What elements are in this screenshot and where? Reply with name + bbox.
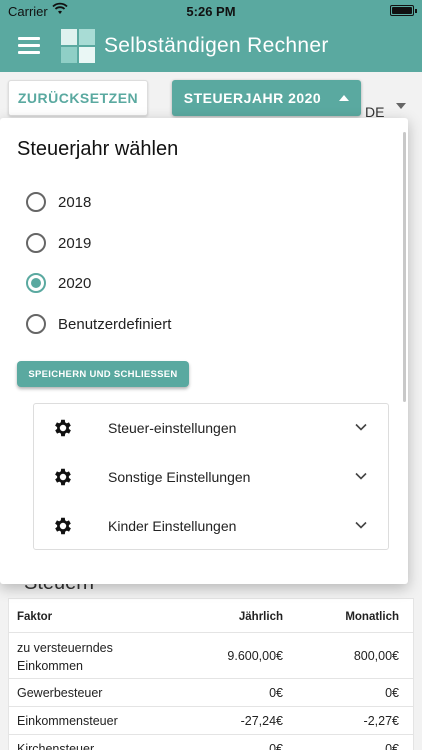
steuern-table: Faktor Jährlich Monatlich zu versteuernd… — [8, 598, 414, 750]
cell-monatlich: 0€ — [385, 742, 399, 750]
radio-option-2020[interactable]: 2020 — [26, 271, 91, 295]
save-and-close-button[interactable]: SPEICHERN UND SCHLIESSEN — [17, 361, 189, 387]
app-title: Selbständigen Rechner — [104, 34, 329, 57]
radio-label: 2019 — [58, 234, 92, 252]
app-logo — [61, 29, 95, 63]
cell-jaehrlich: 9.600,00€ — [227, 649, 283, 663]
cell-faktor: Gewerbesteuer — [17, 686, 103, 700]
settings-item-kinder[interactable]: Kinder Einstellungen — [34, 502, 388, 550]
cell-monatlich: 800,00€ — [353, 649, 399, 663]
cell-jaehrlich: 0€ — [269, 686, 283, 700]
gear-icon — [55, 517, 71, 535]
tax-year-dialog: Steuerjahr wählen 2018 2019 2020 Benutze… — [0, 118, 408, 584]
dialog-title: Steuerjahr wählen — [17, 138, 179, 160]
settings-item-sonstige[interactable]: Sonstige Einstellungen — [34, 453, 388, 501]
cell-faktor: Kirchensteuer — [17, 742, 95, 750]
cell-monatlich: 0€ — [385, 686, 399, 700]
settings-item-label: Steuer-einstellungen — [108, 420, 237, 436]
radio-option-2019[interactable]: 2019 — [26, 231, 91, 255]
radio-option-custom[interactable]: Benutzerdefiniert — [26, 312, 171, 336]
radio-option-2018[interactable]: 2018 — [26, 190, 91, 214]
tax-year-button[interactable]: STEUERJAHR 2020 — [172, 80, 361, 116]
table-row: Gewerbesteuer 0€ 0€ — [9, 679, 413, 707]
status-bar: Carrier 5:26 PM — [0, 0, 422, 22]
radio-label: 2020 — [58, 274, 92, 292]
gear-icon — [55, 468, 71, 486]
header-jaehrlich: Jährlich — [238, 611, 283, 623]
settings-item-label: Sonstige Einstellungen — [108, 469, 251, 485]
header-monatlich: Monatlich — [345, 611, 399, 623]
radio-button-selected[interactable] — [26, 273, 46, 293]
chevron-down-icon[interactable] — [396, 103, 406, 109]
chevron-down-icon — [355, 423, 367, 431]
chevron-down-icon — [355, 521, 367, 529]
cell-jaehrlich: -27,24€ — [240, 714, 283, 728]
table-row: Kirchensteuer 0€ 0€ — [9, 735, 413, 750]
toolbar: ZURÜCKSETZEN STEUERJAHR 2020 DE — [0, 72, 422, 124]
gear-icon — [55, 419, 71, 437]
table-row: Einkommensteuer -27,24€ -2,27€ — [9, 707, 413, 735]
radio-label: Benutzerdefiniert — [58, 315, 172, 333]
app-bar: Selbständigen Rechner — [0, 22, 422, 72]
battery-icon — [390, 5, 417, 16]
settings-item-label: Kinder Einstellungen — [108, 518, 237, 534]
header-faktor: Faktor — [17, 611, 53, 623]
chevron-down-icon — [355, 472, 367, 480]
radio-button[interactable] — [26, 233, 46, 253]
reset-button[interactable]: ZURÜCKSETZEN — [8, 80, 148, 116]
cell-faktor: Einkommensteuer — [17, 714, 118, 728]
table-row: zu versteuerndes Einkommen 9.600,00€ 800… — [9, 633, 413, 679]
radio-label: 2018 — [58, 193, 92, 211]
clock: 5:26 PM — [186, 4, 236, 19]
cell-faktor: zu versteuerndes Einkommen — [17, 641, 113, 673]
radio-button[interactable] — [26, 314, 46, 334]
radio-button[interactable] — [26, 192, 46, 212]
cell-monatlich: -2,27€ — [363, 714, 399, 728]
cell-jaehrlich: 0€ — [269, 742, 283, 750]
tax-year-label: STEUERJAHR 2020 — [183, 90, 322, 106]
hamburger-menu-icon[interactable] — [18, 37, 40, 55]
dialog-scrollbar[interactable] — [403, 132, 406, 402]
table-header: Faktor Jährlich Monatlich — [9, 599, 413, 633]
settings-item-steuer[interactable]: Steuer-einstellungen — [34, 404, 388, 452]
caret-up-icon — [339, 95, 350, 101]
settings-panel: Steuer-einstellungen Sonstige Einstellun… — [33, 403, 389, 550]
